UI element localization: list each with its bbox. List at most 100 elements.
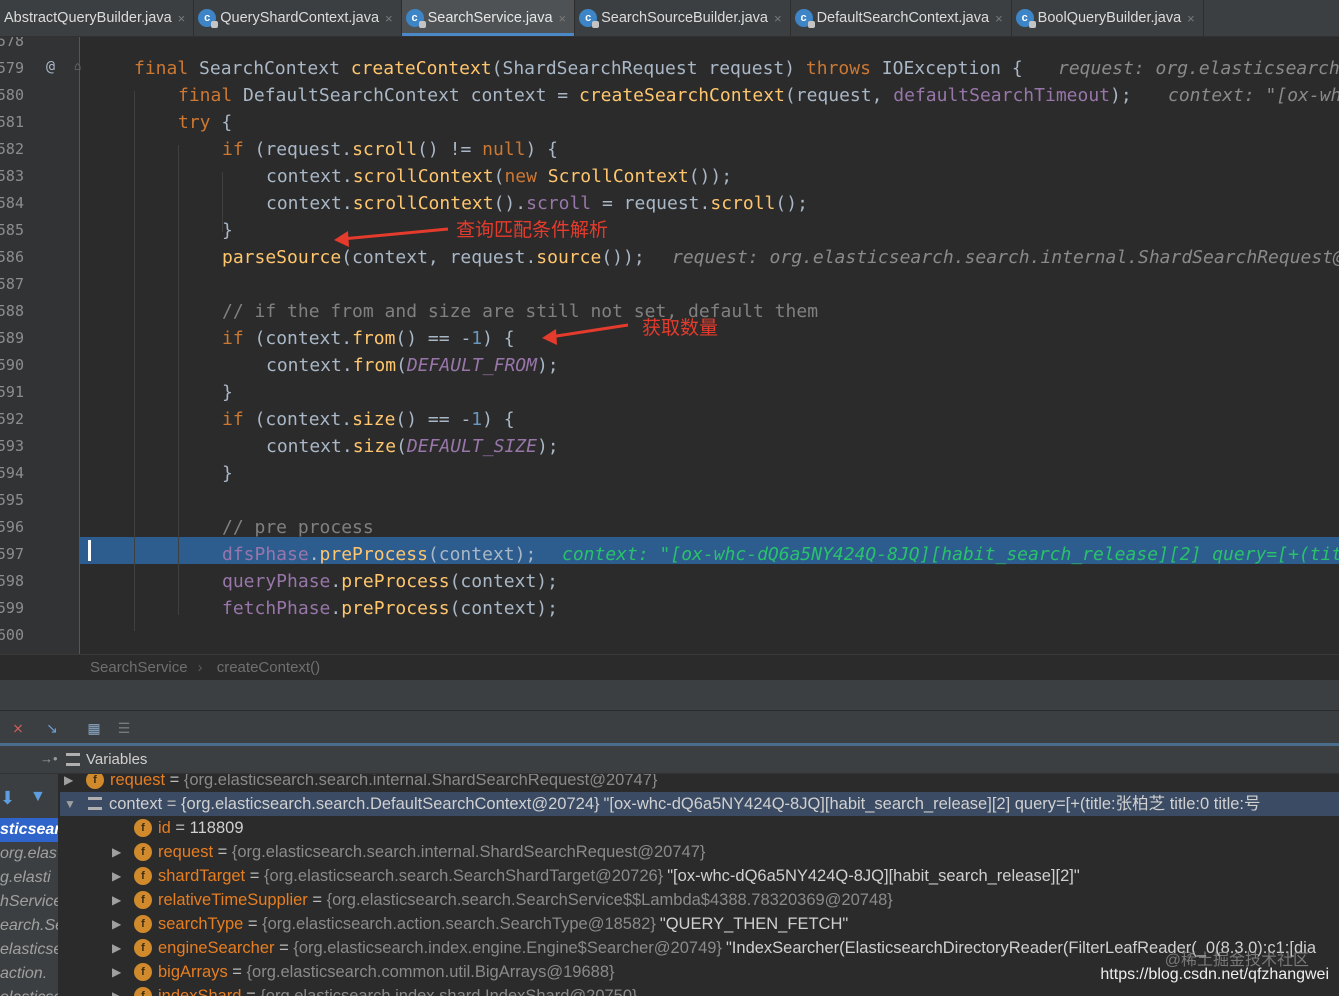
- code-token: final: [178, 85, 244, 106]
- frames-panel: ⬇ ▼ sticsear org.elas g.elasti hService earc…: [0, 774, 59, 996]
- stack-frame[interactable]: g.elasti: [0, 866, 58, 890]
- inline-debug-hint: context: "[ox-whc-dQ6a5NY424Q-8JQ][habit…: [562, 544, 1339, 565]
- class-file-icon: c: [405, 9, 426, 28]
- expand-right-icon[interactable]: ▶: [64, 774, 73, 792]
- expand-right-icon[interactable]: ▶: [112, 864, 121, 888]
- code-editor[interactable]: 578 579 580 581 582 583 584 585 586 587 588 589 590 5…: [0, 37, 1339, 654]
- annotation-arrow-icon: [542, 323, 629, 345]
- filter-icon[interactable]: ▼: [30, 788, 46, 806]
- breadcrumb-class[interactable]: SearchService: [90, 659, 188, 676]
- code-token: scroll: [352, 139, 418, 160]
- class-file-icon: c: [794, 9, 815, 28]
- variable-row[interactable]: ▶ f engineSearcher = {org.elasticsearch.in…: [60, 936, 1339, 960]
- expand-down-icon[interactable]: ▼: [64, 792, 76, 816]
- tab-5[interactable]: c BoolQueryBuilder.java ×: [1012, 0, 1204, 36]
- breadcrumb-method[interactable]: createContext(): [217, 659, 320, 676]
- tab-label: AbstractQueryBuilder.java: [4, 10, 172, 26]
- line-number: 595: [0, 491, 24, 509]
- variable-row[interactable]: ▶ f relativeTimeSupplier = {org.elasticsea…: [60, 888, 1339, 912]
- expand-right-icon[interactable]: ▶: [112, 888, 121, 912]
- code-token: DefaultSearchContext context =: [243, 85, 579, 106]
- field-icon: f: [134, 819, 152, 837]
- expand-right-icon[interactable]: ▶: [112, 960, 121, 984]
- equals-sign: =: [162, 795, 182, 813]
- close-icon[interactable]: ×: [559, 11, 567, 26]
- line-number: 585: [0, 221, 24, 239]
- tab-2[interactable]: c SearchService.java ×: [401, 0, 576, 36]
- evaluate-expression-icon[interactable]: ▦: [84, 719, 104, 737]
- variable-name: searchType: [158, 915, 244, 933]
- variable-row[interactable]: f id = 118809: [60, 816, 1339, 840]
- code-token: }: [222, 463, 233, 484]
- field-icon: f: [134, 915, 152, 933]
- variable-value: 118809: [189, 819, 244, 837]
- line-number: 589: [0, 329, 24, 347]
- tab-label: DefaultSearchContext.java: [816, 10, 990, 26]
- code-token: size: [352, 409, 396, 430]
- code-token: SearchContext: [199, 58, 351, 79]
- close-icon[interactable]: ×: [178, 11, 186, 26]
- variables-tree[interactable]: ▶ f request = {org.elasticsearch.search.in…: [60, 774, 1339, 996]
- variable-name: shardTarget: [158, 867, 246, 885]
- variable-text: request = {org.elasticsearch.search.inte…: [110, 774, 657, 792]
- variable-text: id = 118809: [158, 816, 244, 840]
- variable-row[interactable]: ▶ f request = {org.elasticsearch.search.in…: [60, 774, 1339, 792]
- line-number: 592: [0, 410, 24, 428]
- close-icon[interactable]: ×: [995, 11, 1003, 26]
- expand-right-icon[interactable]: ▶: [112, 912, 121, 936]
- line-number: 597: [0, 545, 24, 563]
- variable-row[interactable]: ▶ f request = {org.elasticsearch.search.in…: [60, 840, 1339, 864]
- code-token: ) {: [482, 409, 515, 430]
- download-icon[interactable]: ⬇: [0, 788, 15, 809]
- variable-row[interactable]: ▼ context = {org.elasticsearch.search.Def…: [60, 792, 1339, 816]
- code-token: ) {: [525, 139, 558, 160]
- variable-row[interactable]: ▶ f searchType = {org.elasticsearch.action…: [60, 912, 1339, 936]
- equals-sign: =: [213, 843, 232, 861]
- stack-frame[interactable]: hService: [0, 890, 58, 914]
- tab-3[interactable]: c SearchSourceBuilder.java ×: [575, 0, 791, 36]
- stack-frame[interactable]: elasticse: [0, 986, 58, 996]
- indent-guide: [222, 172, 223, 232]
- code-token: if: [222, 139, 255, 160]
- code-token: () !=: [417, 139, 483, 160]
- trace-icon[interactable]: ☰: [114, 719, 134, 737]
- expand-right-icon[interactable]: ▶: [112, 984, 121, 996]
- tab-1[interactable]: c QueryShardContext.java ×: [194, 0, 402, 36]
- expand-right-icon[interactable]: ▶: [112, 936, 121, 960]
- field-icon: f: [134, 891, 152, 909]
- equals-sign: =: [243, 915, 263, 933]
- stack-frame[interactable]: org.elas: [0, 842, 58, 866]
- code-line: if (request.scroll() != null) {: [222, 136, 558, 163]
- close-icon[interactable]: ×: [385, 11, 393, 26]
- close-icon[interactable]: ×: [774, 11, 782, 26]
- code-token: // pre process: [222, 517, 374, 538]
- variable-row[interactable]: ▶ f indexShard = {org.elasticsearch.index.…: [60, 984, 1339, 996]
- variables-list-icon: [66, 753, 80, 766]
- tab-0[interactable]: AbstractQueryBuilder.java ×: [0, 0, 195, 36]
- tab-4[interactable]: c DefaultSearchContext.java ×: [791, 0, 1012, 36]
- equals-sign: =: [274, 939, 294, 957]
- stack-frame[interactable]: action.: [0, 962, 58, 986]
- code-token: DEFAULT_FROM: [406, 355, 537, 376]
- field-icon: f: [86, 774, 104, 789]
- code-token: preProcess: [341, 598, 450, 619]
- expand-right-icon[interactable]: ▶: [112, 840, 121, 864]
- close-icon[interactable]: ×: [1187, 11, 1195, 26]
- breadcrumb[interactable]: SearchService › createContext(): [0, 654, 1339, 680]
- variable-row[interactable]: ▶ f shardTarget = {org.elasticsearch.searc…: [60, 864, 1339, 888]
- code-token: preProcess: [341, 571, 450, 592]
- stack-frame[interactable]: sticsear: [0, 818, 58, 842]
- code-token: () == -: [395, 409, 472, 430]
- variable-text: relativeTimeSupplier = {org.elasticsearc…: [158, 888, 893, 912]
- code-line: final SearchContext createContext(ShardS…: [134, 55, 1023, 82]
- step-into-icon[interactable]: ↘: [42, 719, 62, 737]
- variable-name: engineSearcher: [158, 939, 275, 957]
- stack-frame[interactable]: elasticse: [0, 938, 58, 962]
- code-token: (context, request.: [341, 247, 537, 268]
- debugger-toolbar: ⨯ ↘ ▦ ☰: [0, 710, 1339, 744]
- layout-arrow-icon[interactable]: →•: [40, 751, 58, 766]
- stack-frame[interactable]: earch.Se: [0, 914, 58, 938]
- code-token: try: [178, 112, 222, 133]
- mute-breakpoints-icon[interactable]: ⨯: [8, 719, 28, 737]
- code-token: (: [396, 436, 407, 457]
